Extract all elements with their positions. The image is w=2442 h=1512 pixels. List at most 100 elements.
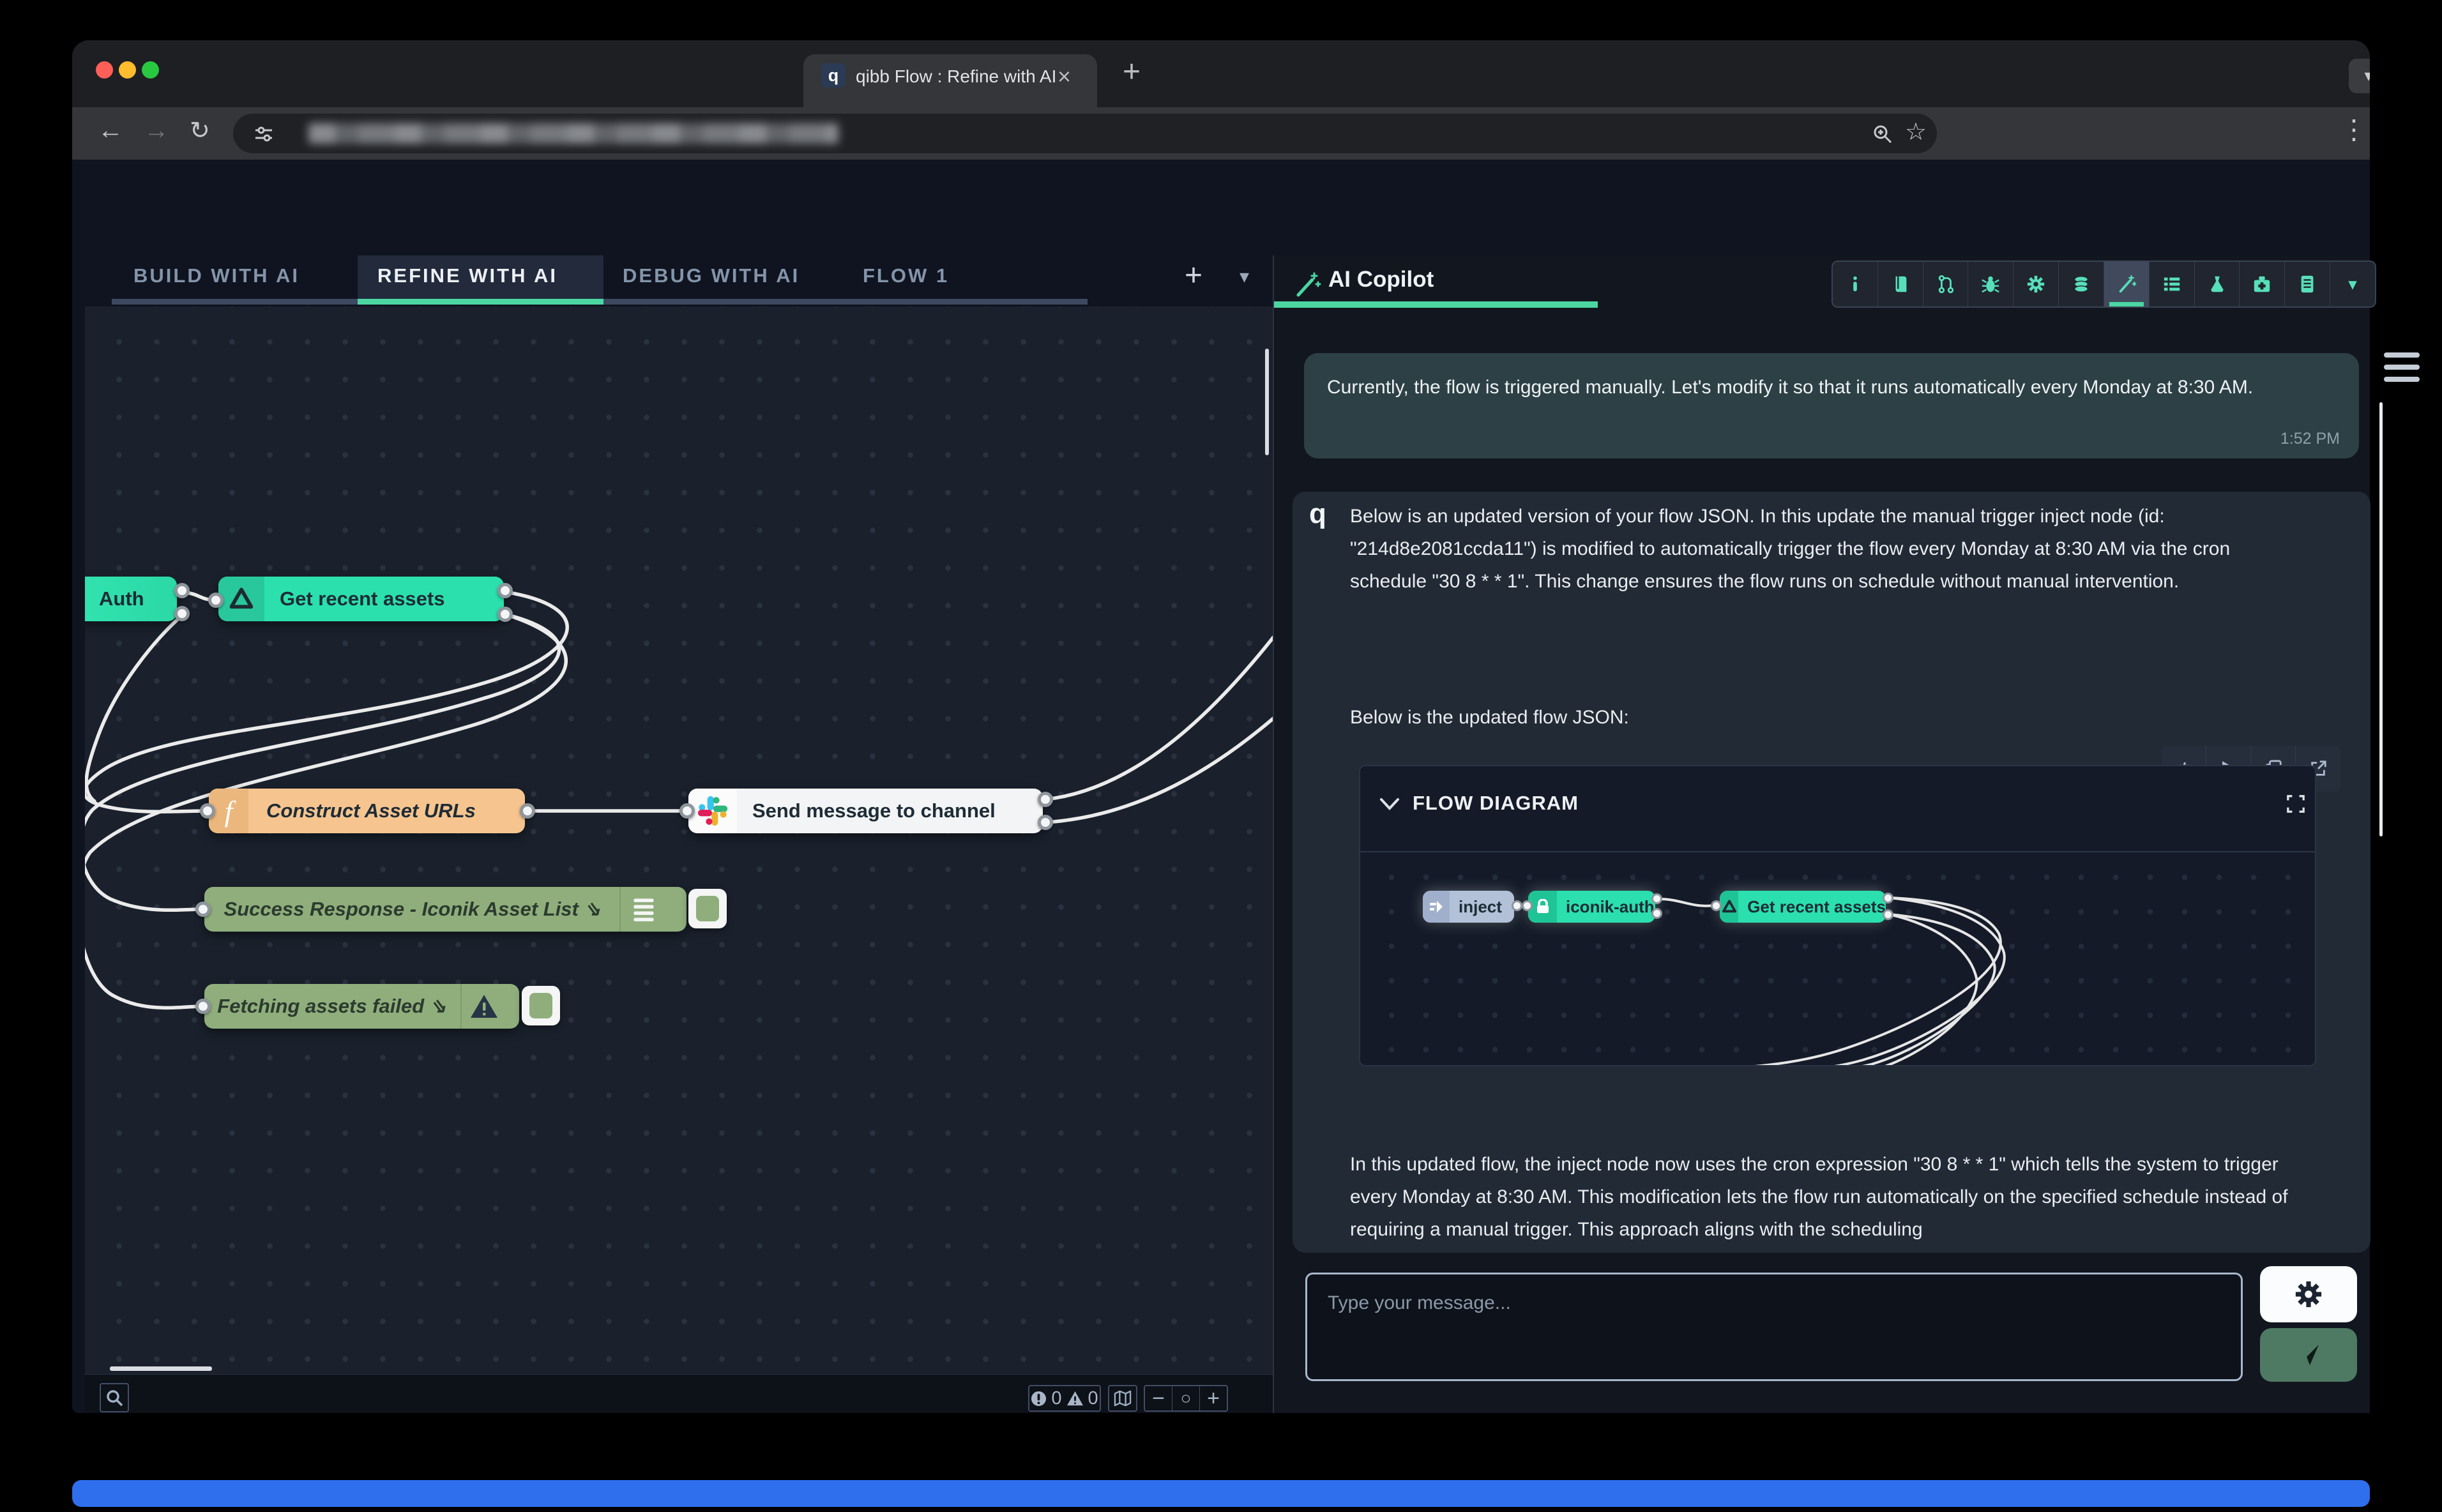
diagram-node-inject-label: inject xyxy=(1459,897,1502,917)
browser-tab[interactable]: q qibb Flow : Refine with AI × xyxy=(803,54,1097,107)
bookmark-star-icon[interactable]: ☆ xyxy=(1905,117,1927,146)
forward-icon[interactable]: → xyxy=(144,116,169,145)
node-auth-output-port-2[interactable] xyxy=(174,606,190,621)
flask-tool-icon[interactable] xyxy=(2195,262,2240,306)
node-send-message[interactable]: Send message to channel xyxy=(688,789,1043,833)
canvas-search-button[interactable] xyxy=(100,1383,129,1412)
zoom-reset-icon[interactable]: ○ xyxy=(1172,1386,1200,1411)
toolbar-caret-icon[interactable]: ▾ xyxy=(2330,262,2375,306)
get-input-port[interactable] xyxy=(1711,900,1722,911)
copilot-toolbar: ▾ xyxy=(1832,261,2376,308)
node-fetching-input-port[interactable] xyxy=(195,999,211,1014)
browser-menu-icon[interactable]: ⋮ xyxy=(2340,114,2367,145)
zoom-in-icon[interactable]: + xyxy=(1200,1386,1227,1411)
app-header: qibb Copilot Demo Roman's Space Save ▾ R… xyxy=(72,160,2370,255)
node-success-response[interactable]: Success Response - Iconik Asset List ⇘ xyxy=(204,887,686,932)
settings-tool-icon[interactable] xyxy=(2014,262,2059,306)
tab-debug-with-ai[interactable]: DEBUG WITH AI xyxy=(623,264,800,287)
auth-output-port-2[interactable] xyxy=(1651,908,1662,919)
tab-close-icon[interactable]: × xyxy=(1058,63,1071,90)
flow-canvas[interactable]: Auth Get recent assets f Construct Asset… xyxy=(85,306,1273,1374)
error-icon xyxy=(1031,1391,1047,1407)
node-construct-asset-urls[interactable]: f Construct Asset URLs xyxy=(209,789,525,833)
url-redacted-text xyxy=(308,123,838,144)
node-send-input-port[interactable] xyxy=(679,803,695,819)
back-icon[interactable]: ← xyxy=(98,116,123,145)
collapse-chevron-icon[interactable] xyxy=(1379,797,1400,811)
canvas-horizontal-scrollbar[interactable] xyxy=(110,1366,212,1371)
node-divider xyxy=(619,887,621,932)
traffic-zoom-icon[interactable] xyxy=(142,61,159,79)
node-get-output-port-2[interactable] xyxy=(497,607,513,622)
diagram-node-get-recent-label: Get recent assets xyxy=(1747,897,1886,917)
minimap-button[interactable] xyxy=(1108,1385,1137,1412)
node-fetching-debug-toggle[interactable] xyxy=(522,986,560,1025)
send-message-button[interactable] xyxy=(2260,1328,2357,1382)
node-auth[interactable]: Auth xyxy=(85,577,177,621)
zoom-out-icon[interactable]: − xyxy=(1145,1386,1172,1411)
flow-list-caret-icon[interactable]: ▾ xyxy=(1240,266,1249,288)
node-success-label: Success Response - Iconik Asset List ⇘ xyxy=(224,898,601,921)
info-tool-icon[interactable] xyxy=(1833,262,1878,306)
diagram-canvas[interactable]: inject iconik-auth Get recent assets xyxy=(1360,851,2315,1065)
traffic-minimize-icon[interactable] xyxy=(119,61,136,79)
canvas-vertical-scrollbar[interactable] xyxy=(1265,349,1269,455)
reload-icon[interactable]: ↻ xyxy=(190,116,210,145)
node-auth-output-port-1[interactable] xyxy=(174,583,190,598)
node-fetching-failed-label: Fetching assets failed ⇘ xyxy=(217,995,446,1018)
warning-triangle-icon xyxy=(469,993,499,1020)
copilot-settings-button[interactable] xyxy=(2260,1266,2357,1322)
node-get-recent-assets[interactable]: Get recent assets xyxy=(218,577,504,621)
zoom-page-icon[interactable] xyxy=(1872,123,1893,145)
node-get-output-port-1[interactable] xyxy=(497,583,513,598)
tab-build-with-ai[interactable]: BUILD WITH AI xyxy=(133,264,300,287)
diagram-node-get-recent[interactable]: Get recent assets xyxy=(1720,891,1886,923)
tab-refine-with-ai[interactable]: REFINE WITH AI xyxy=(377,264,557,287)
add-flow-icon[interactable]: + xyxy=(1185,258,1202,293)
assistant-message: q Below is an updated version of your fl… xyxy=(1293,492,2370,1253)
medkit-tool-icon[interactable] xyxy=(2240,262,2285,306)
node-construct-input-port[interactable] xyxy=(200,803,215,819)
tab-flow-1[interactable]: FLOW 1 xyxy=(863,264,949,287)
browser-tabstrip: q qibb Flow : Refine with AI × + ▾ xyxy=(72,40,2370,107)
assistant-paragraph-2: Below is the updated flow JSON: xyxy=(1350,701,2279,734)
get-output-port-2[interactable] xyxy=(1883,909,1893,920)
ai-copilot-panel: AI Copilot ▾ Currently, the flow is trig… xyxy=(1273,255,2370,1413)
site-settings-icon[interactable] xyxy=(254,124,274,144)
bug-tool-icon[interactable] xyxy=(1968,262,2014,306)
error-warning-counter[interactable]: 0 0 xyxy=(1028,1385,1101,1412)
inject-output-port[interactable] xyxy=(1512,900,1522,911)
node-get-input-port[interactable] xyxy=(208,593,224,608)
diagram-node-inject[interactable]: inject xyxy=(1423,891,1514,923)
window-caret-icon[interactable]: ▾ xyxy=(2349,59,2370,93)
branch-tool-icon[interactable] xyxy=(1923,262,1969,306)
node-success-debug-toggle[interactable] xyxy=(688,889,727,928)
docs-tool-icon[interactable] xyxy=(1878,262,1923,306)
document-tool-icon[interactable] xyxy=(2285,262,2330,306)
url-toolbar: ← → ↻ ☆ ⋮ xyxy=(72,107,2370,160)
traffic-close-icon[interactable] xyxy=(96,61,113,79)
copilot-scrollbar[interactable] xyxy=(2379,402,2383,836)
message-input-box xyxy=(1305,1273,2243,1381)
get-output-port-1[interactable] xyxy=(1883,893,1893,903)
node-fetching-failed[interactable]: Fetching assets failed ⇘ xyxy=(204,984,519,1029)
user-message-bubble: Currently, the flow is triggered manuall… xyxy=(1304,353,2359,458)
list-tool-icon[interactable] xyxy=(2150,262,2195,306)
node-success-input-port[interactable] xyxy=(195,902,211,917)
copilot-tool-icon[interactable] xyxy=(2104,262,2150,306)
auth-output-port-1[interactable] xyxy=(1651,893,1662,904)
url-bar[interactable]: ☆ xyxy=(233,114,1937,153)
message-input[interactable] xyxy=(1307,1274,2241,1379)
hamburger-menu-icon[interactable] xyxy=(2384,352,2420,382)
search-icon xyxy=(105,1389,123,1407)
diagram-node-iconik-auth[interactable]: iconik-auth xyxy=(1528,891,1655,923)
node-send-output-port-1[interactable] xyxy=(1038,792,1053,807)
auth-input-port[interactable] xyxy=(1522,900,1533,911)
inject-icon xyxy=(1423,891,1450,923)
fullscreen-icon[interactable] xyxy=(2286,794,2305,813)
node-send-output-port-2[interactable] xyxy=(1038,815,1053,830)
new-tab-icon[interactable]: + xyxy=(1123,54,1141,89)
layers-tool-icon[interactable] xyxy=(2059,262,2104,306)
diagram-node-iconik-auth-label: iconik-auth xyxy=(1566,897,1655,917)
node-construct-output-port[interactable] xyxy=(520,803,535,819)
